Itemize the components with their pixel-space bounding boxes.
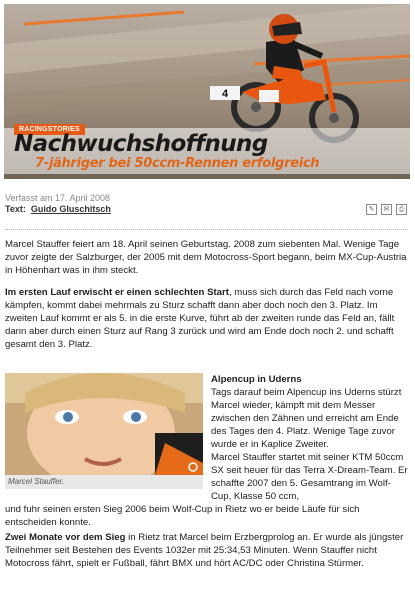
- rider-portrait: [5, 373, 203, 475]
- paragraph-erzberg: Zwei Monate vor dem Sieg in Rietz trat M…: [5, 531, 408, 570]
- side-heading: Alpencup in Uderns: [211, 374, 302, 385]
- print-icon[interactable]: ⎙: [396, 204, 407, 215]
- author-line: Text: Guido Gluschitsch: [5, 204, 111, 214]
- paragraph-intro: Marcel Stauffer feiert am 18. April sein…: [5, 239, 407, 276]
- publish-date: Verfasst am 17. April 2008: [5, 193, 111, 203]
- edit-icon[interactable]: ✎: [366, 204, 377, 215]
- author-label: Text:: [5, 204, 26, 214]
- photo-caption: Marcel Stauffer.: [5, 475, 203, 489]
- side-paragraph-2: Marcel Stauffer startet mit seiner KTM 5…: [211, 452, 408, 502]
- number-plate: 4: [210, 86, 240, 100]
- page-subtitle: 7-jähriger bei 50ccm-Rennen erfolgreich: [35, 156, 320, 171]
- paragraph-race: Im ersten Lauf erwischt er einen schlech…: [5, 286, 408, 351]
- portrait-image: [5, 373, 203, 475]
- side-paragraph-1: Tags darauf beim Alpencup ins Uderns stü…: [211, 387, 402, 450]
- divider: [5, 229, 408, 230]
- hero-banner: 4 RACINGSTORIES Nachwuchshoffnung 7-jähr…: [4, 4, 410, 179]
- author-link[interactable]: Guido Gluschitsch: [31, 204, 111, 214]
- email-icon[interactable]: ✉: [381, 204, 392, 215]
- bike-number: 4: [222, 88, 229, 100]
- paragraph-erzberg-lead: Zwei Monate vor dem Sieg: [5, 532, 126, 543]
- paragraph-race-lead: Im ersten Lauf erwischt er einen schlech…: [5, 287, 229, 298]
- article-tools: ✎ ✉ ⎙: [366, 204, 407, 215]
- sidebar-text: Alpencup in Uderns Tags darauf beim Alpe…: [211, 373, 409, 451]
- paragraph-first-win: und fuhr seinen ersten Sieg 2006 beim Wo…: [5, 504, 360, 528]
- article-page: 4 RACINGSTORIES Nachwuchshoffnung 7-jähr…: [0, 0, 415, 590]
- page-title: Nachwuchshoffnung: [14, 131, 268, 157]
